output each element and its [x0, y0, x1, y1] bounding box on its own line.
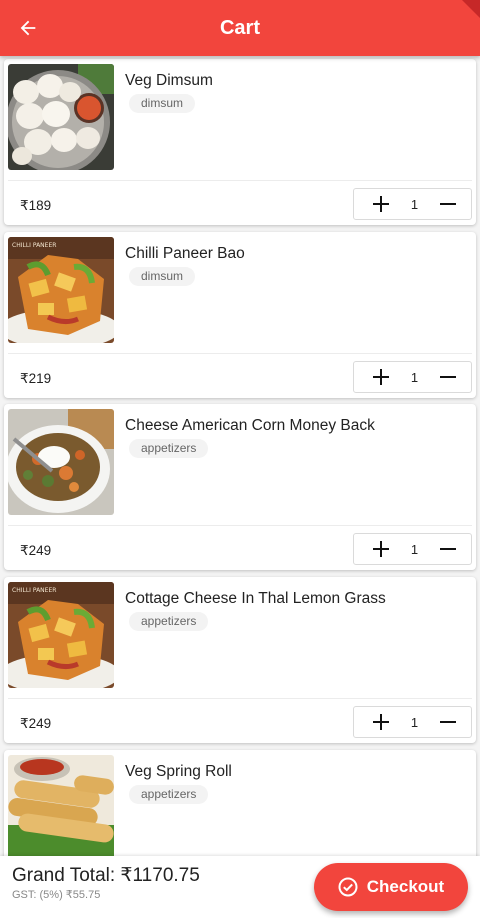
cart-item: Cheese American Corn Money Back appetize…	[4, 404, 476, 570]
quantity-stepper: 1	[353, 361, 472, 393]
arrow-left-icon	[20, 20, 36, 36]
divider	[8, 525, 472, 526]
item-image-corn	[8, 409, 114, 515]
image-caption: CHILLI PANEER	[12, 587, 56, 594]
category-chip: dimsum	[129, 267, 196, 286]
page-title: Cart	[219, 16, 260, 39]
image-caption: CHILLI PANEER	[12, 242, 56, 249]
cart-item: CHILLI PANEER Cottage Cheese In Thal Lem…	[4, 577, 476, 743]
divider	[8, 180, 472, 181]
plus-icon	[373, 196, 389, 212]
item-name: Chilli Paneer Bao	[125, 245, 245, 262]
plus-icon	[373, 369, 389, 385]
item-price: ₹189	[20, 198, 52, 213]
item-image-dimsum	[8, 64, 114, 170]
debug-banner-corner	[462, 0, 480, 18]
quantity-stepper: 1	[353, 188, 472, 220]
grand-total: Grand Total: ₹1170.75	[12, 865, 200, 886]
decrease-quantity-button[interactable]	[439, 195, 457, 213]
item-name: Cottage Cheese In Thal Lemon Grass	[125, 590, 386, 607]
minus-icon	[439, 376, 456, 378]
decrease-quantity-button[interactable]	[439, 368, 457, 386]
decrease-quantity-button[interactable]	[439, 713, 457, 731]
back-button[interactable]	[14, 14, 42, 42]
minus-icon	[439, 548, 456, 550]
divider	[8, 698, 472, 699]
checkout-button[interactable]: Checkout	[314, 863, 468, 911]
cart-item: Veg Dimsum dimsum ₹189 1	[4, 59, 476, 225]
cart-item: CHILLI PANEER Chilli Paneer Bao dimsum ₹…	[4, 232, 476, 398]
plus-icon	[373, 714, 389, 730]
divider	[8, 353, 472, 354]
item-price: ₹249	[20, 716, 52, 731]
item-price: ₹219	[20, 371, 52, 386]
increase-quantity-button[interactable]	[372, 368, 390, 386]
increase-quantity-button[interactable]	[372, 540, 390, 558]
category-chip: dimsum	[129, 94, 196, 113]
increase-quantity-button[interactable]	[372, 195, 390, 213]
item-image-chilli-paneer: CHILLI PANEER	[8, 237, 114, 343]
checkout-label: Checkout	[366, 877, 445, 896]
increase-quantity-button[interactable]	[372, 713, 390, 731]
item-name: Veg Spring Roll	[125, 763, 232, 780]
gst-amount: GST: (5%) ₹55.75	[12, 889, 101, 901]
category-chip: appetizers	[129, 439, 209, 458]
item-name: Veg Dimsum	[125, 72, 213, 89]
quantity-value: 1	[410, 541, 419, 557]
item-name: Cheese American Corn Money Back	[125, 417, 375, 434]
minus-icon	[439, 721, 456, 723]
item-image-cottage-cheese: CHILLI PANEER	[8, 582, 114, 688]
quantity-stepper: 1	[353, 706, 472, 738]
cart-list[interactable]: Veg Dimsum dimsum ₹189 1 CHILLI PANEER C…	[0, 56, 480, 856]
quantity-value: 1	[410, 714, 419, 730]
item-price: ₹249	[20, 543, 52, 558]
cart-summary-bar: Grand Total: ₹1170.75 GST: (5%) ₹55.75 C…	[0, 856, 480, 918]
plus-icon	[373, 541, 389, 557]
app-bar: Cart	[0, 0, 480, 56]
decrease-quantity-button[interactable]	[439, 540, 457, 558]
category-chip: appetizers	[129, 785, 209, 804]
category-chip: appetizers	[129, 612, 209, 631]
minus-icon	[439, 203, 456, 205]
quantity-value: 1	[410, 369, 419, 385]
item-image-spring-roll	[8, 755, 114, 856]
cart-item: Veg Spring Roll appetizers	[4, 750, 476, 856]
quantity-value: 1	[410, 196, 419, 212]
check-circle-icon	[338, 877, 358, 897]
quantity-stepper: 1	[353, 533, 472, 565]
